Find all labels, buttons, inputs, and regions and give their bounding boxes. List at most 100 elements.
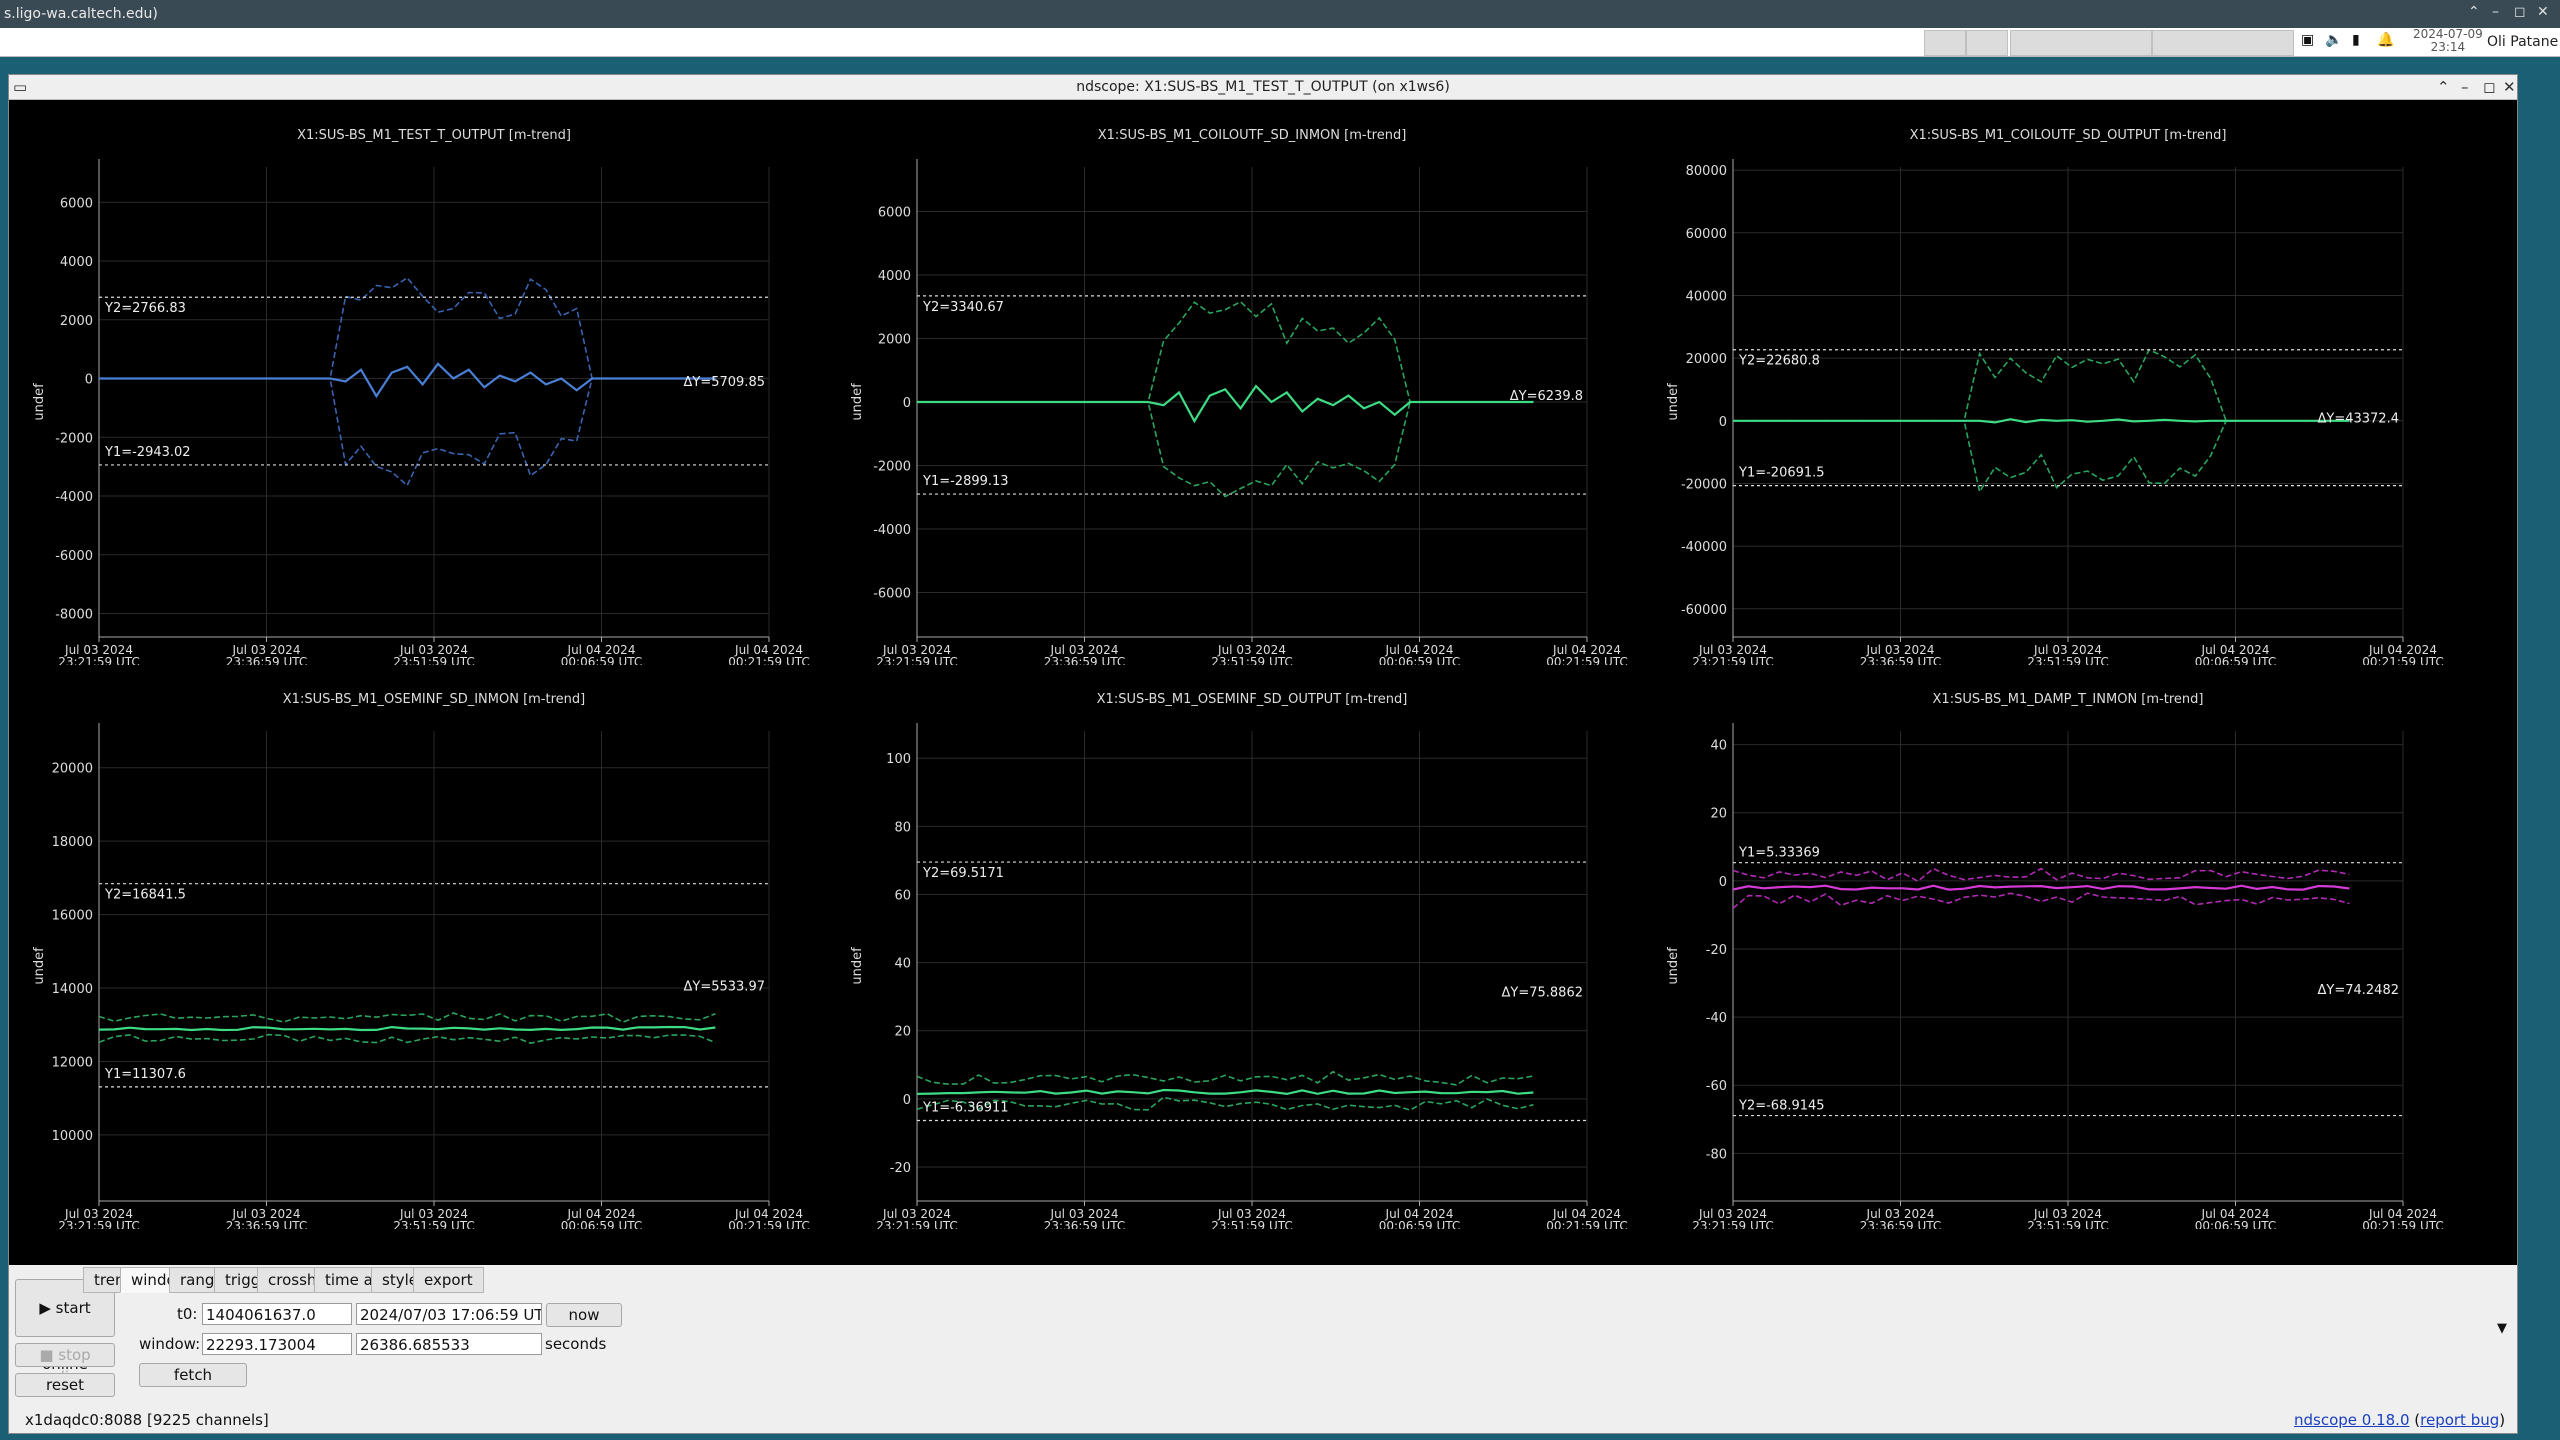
- x-tick-time: 00:21:59 UTC: [728, 1219, 810, 1229]
- fetch-button[interactable]: fetch: [139, 1363, 247, 1387]
- control-panel: ▶ start online ■ stop online reset trend…: [9, 1265, 2517, 1433]
- trace-min: [1732, 892, 2350, 909]
- taskbar-slot[interactable]: [2152, 30, 2294, 56]
- delta-y-label: ΔY=5709.85: [684, 375, 766, 390]
- reset-button[interactable]: reset: [15, 1373, 115, 1397]
- trace-max: [1732, 867, 2350, 883]
- workspace-pager[interactable]: [1924, 30, 1966, 56]
- minimize-icon[interactable]: –: [2461, 78, 2469, 96]
- trace-min: [1733, 420, 2350, 494]
- y-tick-label: 0: [1719, 875, 1727, 890]
- y-axis-label: undef: [32, 947, 47, 985]
- y1-label: Y1=-2943.02: [104, 445, 191, 460]
- y2-label: Y2=22680.8: [1738, 354, 1820, 369]
- plot-svg: X1:SUS-BS_M1_TEST_T_OUTPUT [m-trend] 6000…: [32, 128, 810, 665]
- window-button[interactable]: [1966, 30, 2008, 56]
- shade-icon[interactable]: ⌃: [2437, 78, 2450, 96]
- trace-max: [98, 1012, 716, 1023]
- y-tick-label: -2000: [873, 460, 911, 475]
- version-link[interactable]: ndscope 0.18.0: [2294, 1411, 2410, 1429]
- y-tick-label: 4000: [878, 269, 911, 284]
- x-tick-time: 23:51:59 UTC: [2027, 1219, 2109, 1229]
- x-tick-time: 00:21:59 UTC: [2362, 1219, 2444, 1229]
- y-tick-label: -8000: [55, 608, 93, 623]
- maximize-icon[interactable]: ◻: [2514, 4, 2526, 20]
- taskbar-slot[interactable]: [2010, 30, 2152, 56]
- x-tick-time: 23:36:59 UTC: [1044, 655, 1126, 665]
- trace-min: [917, 401, 1534, 498]
- plot-svg: X1:SUS-BS_M1_DAMP_T_INMON [m-trend] 40 20 0…: [1666, 692, 2444, 1229]
- y-tick-label: -2000: [55, 431, 93, 446]
- plot-4[interactable]: X1:SUS-BS_M1_OSEMINF_SD_INMON [m-trend] 2…: [9, 669, 823, 1229]
- now-button[interactable]: now: [546, 1303, 622, 1327]
- y-axis-label: undef: [1666, 383, 1681, 421]
- x-tick-time: 23:51:59 UTC: [393, 655, 475, 665]
- y2-label: Y2=3340.67: [922, 300, 1004, 315]
- stop-online-button[interactable]: ■ stop online: [15, 1343, 115, 1386]
- trace-mean: [1733, 418, 2350, 424]
- y-tick-label: 0: [903, 1093, 911, 1108]
- y1-label: Y1=5.33369: [1738, 846, 1820, 861]
- trace-min: [99, 377, 716, 487]
- y1-label: Y1=-20691.5: [1738, 466, 1825, 481]
- y2-label: Y2=2766.83: [104, 301, 186, 316]
- delta-y-label: ΔY=74.2482: [2318, 983, 2400, 998]
- plot-6[interactable]: X1:SUS-BS_M1_DAMP_T_INMON [m-trend] 40 20 0…: [1643, 669, 2457, 1229]
- x-tick-time: 23:51:59 UTC: [393, 1219, 475, 1229]
- plot-5[interactable]: X1:SUS-BS_M1_OSEMINF_SD_OUTPUT [m-trend]…: [827, 669, 1641, 1229]
- plot-svg: X1:SUS-BS_M1_COILOUTF_SD_OUTPUT [m-trend…: [1666, 128, 2444, 665]
- y-tick-label: -60: [1706, 1079, 1727, 1094]
- minimize-icon[interactable]: ⌃: [2468, 4, 2480, 20]
- trace-min: [98, 1033, 716, 1045]
- y-tick-label: 0: [1719, 415, 1727, 430]
- window-start-input[interactable]: 22293.173004: [202, 1333, 352, 1355]
- collapse-icon[interactable]: ▼: [2497, 1321, 2507, 1336]
- plot-svg: X1:SUS-BS_M1_OSEMINF_SD_INMON [m-trend] 2…: [32, 692, 810, 1229]
- x-tick-time: 00:06:59 UTC: [1379, 655, 1461, 665]
- x-tick-time: 00:06:59 UTC: [2195, 1219, 2277, 1229]
- maximize-icon[interactable]: ◻: [2483, 78, 2495, 96]
- version-info: ndscope 0.18.0 (report bug): [2294, 1411, 2506, 1429]
- clock[interactable]: 2024-07-09 23:14: [2413, 28, 2483, 54]
- tab-export[interactable]: export: [413, 1267, 484, 1293]
- x-tick-time: 23:36:59 UTC: [226, 655, 308, 665]
- close-icon[interactable]: ✕: [2537, 4, 2549, 20]
- x-tick-time: 23:21:59 UTC: [876, 655, 958, 665]
- y-tick-label: -80: [1706, 1147, 1727, 1162]
- y-tick-label: -20: [1706, 943, 1727, 958]
- plot-title: X1:SUS-BS_M1_COILOUTF_SD_INMON [m-trend]: [1098, 128, 1407, 143]
- plot-3[interactable]: X1:SUS-BS_M1_COILOUTF_SD_OUTPUT [m-trend…: [1643, 105, 2457, 665]
- window-end-input[interactable]: 26386.685533: [356, 1333, 542, 1355]
- window-titlebar: ▭ ndscope: X1:SUS-BS_M1_TEST_T_OUTPUT (o…: [9, 75, 2517, 100]
- delta-y-label: ΔY=6239.8: [1510, 389, 1583, 404]
- close-icon[interactable]: ✕: [2503, 78, 2516, 96]
- plot-1[interactable]: X1:SUS-BS_M1_TEST_T_OUTPUT [m-trend] 6000…: [9, 105, 823, 665]
- y-axis-label: undef: [850, 383, 865, 421]
- user-name[interactable]: Oli Patane: [2487, 34, 2558, 50]
- t0-gps-input[interactable]: 1404061637.0: [202, 1303, 352, 1325]
- x-tick-time: 00:21:59 UTC: [728, 655, 810, 665]
- y-tick-label: 80: [894, 820, 911, 835]
- delta-y-label: ΔY=75.8862: [1502, 985, 1584, 1000]
- y-tick-label: -40000: [1681, 540, 1727, 555]
- x-tick-time: 23:21:59 UTC: [58, 1219, 140, 1229]
- y-tick-label: 20: [1710, 807, 1727, 822]
- network-icon[interactable]: ▣: [2301, 32, 2314, 48]
- volume-icon[interactable]: 🔈: [2325, 32, 2342, 48]
- y-tick-label: -60000: [1681, 603, 1727, 618]
- y-axis-label: undef: [32, 383, 47, 421]
- y-tick-label: 40000: [1686, 289, 1727, 304]
- trace-max: [917, 300, 1534, 403]
- minimize-icon[interactable]: –: [2492, 4, 2499, 20]
- t0-utc-input[interactable]: 2024/07/03 17:06:59 UTC: [356, 1303, 542, 1325]
- taskbar: ▣ 🔈 ▮ 🔔 2024-07-09 23:14 Oli Patane: [0, 28, 2560, 57]
- y-tick-label: -6000: [55, 549, 93, 564]
- bell-icon[interactable]: 🔔: [2377, 32, 2394, 48]
- plot-svg: X1:SUS-BS_M1_OSEMINF_SD_OUTPUT [m-trend]…: [850, 692, 1628, 1229]
- y-tick-label: 20000: [1686, 352, 1727, 367]
- report-bug-link[interactable]: report bug: [2420, 1411, 2499, 1429]
- battery-icon[interactable]: ▮: [2352, 32, 2360, 48]
- plot-2[interactable]: X1:SUS-BS_M1_COILOUTF_SD_INMON [m-trend]…: [827, 105, 1641, 665]
- y1-label: Y1=-2899.13: [922, 474, 1009, 489]
- x-tick-time: 23:36:59 UTC: [1860, 1219, 1942, 1229]
